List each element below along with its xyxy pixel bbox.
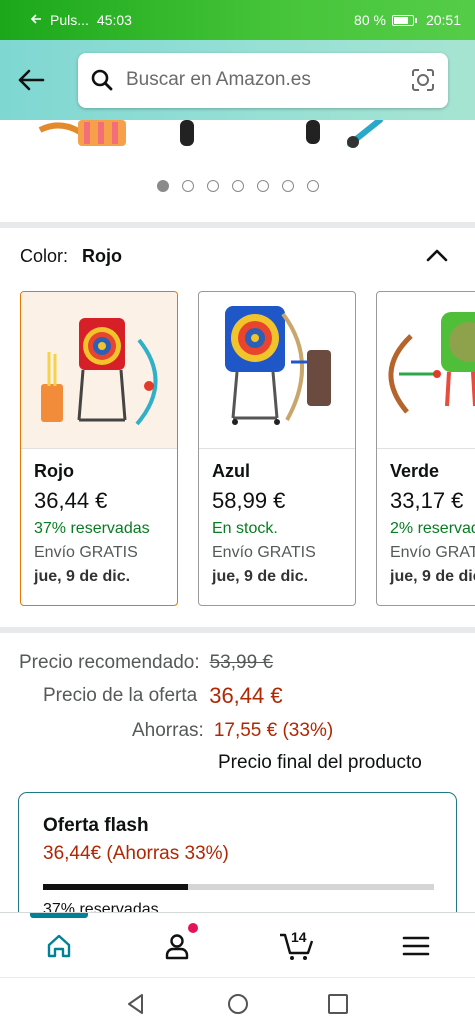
color-option-name: Rojo — [34, 461, 74, 481]
gallery-dot[interactable] — [281, 180, 294, 192]
gallery-pagination — [0, 180, 475, 192]
nav-home[interactable] — [0, 913, 118, 978]
color-option-shipping: Envío GRATIS — [34, 544, 138, 561]
color-option-price: 58,99 € — [212, 488, 286, 513]
chevron-up-icon[interactable] — [425, 245, 449, 265]
battery-icon — [391, 14, 417, 26]
status-timer: 45:03 — [96, 12, 132, 28]
color-option-status: 37% reservadas — [34, 520, 150, 537]
color-option-delivery: jue, 9 de dic. — [390, 568, 475, 585]
search-input[interactable] — [126, 69, 410, 91]
gallery-dot[interactable] — [156, 180, 169, 192]
search-bar[interactable] — [78, 52, 448, 108]
gallery-dot[interactable] — [206, 180, 219, 192]
color-option-image — [21, 292, 177, 449]
color-selected-value: Rojo — [82, 246, 123, 266]
system-recents-icon[interactable] — [326, 992, 350, 1016]
camera-scan-icon[interactable] — [410, 67, 436, 93]
status-bar: Puls... 45:03 80 % 20:51 — [0, 0, 475, 40]
savings-label: Ahorras: — [132, 720, 204, 741]
color-label: Color: — [20, 246, 69, 266]
color-option-name: Azul — [212, 461, 250, 481]
gallery-dot[interactable] — [306, 180, 319, 192]
back-button[interactable] — [14, 63, 48, 97]
account-icon — [165, 933, 189, 959]
color-option-verde[interactable]: Verde 33,17 € 2% reservadas Envío GRATIS… — [376, 291, 475, 606]
nav-account[interactable] — [118, 913, 236, 978]
system-home-icon[interactable] — [226, 992, 250, 1016]
color-option-name: Verde — [390, 461, 440, 481]
color-option-rojo[interactable]: Rojo 36,44 € 37% reservadas Envío GRATIS… — [20, 291, 178, 606]
section-divider — [0, 627, 475, 633]
list-price: 53,99 € — [209, 652, 274, 673]
color-swatch-list: Rojo 36,44 € 37% reservadas Envío GRATIS… — [20, 291, 475, 607]
color-option-azul[interactable]: Azul 58,99 € En stock. Envío GRATIS jue,… — [198, 291, 356, 606]
system-navigation — [0, 977, 475, 1029]
app-header — [0, 40, 475, 120]
status-time: 20:51 — [425, 12, 461, 28]
flash-deal-progress-fill — [43, 884, 188, 890]
color-option-delivery: jue, 9 de dic. — [212, 568, 309, 585]
list-price-label: Precio recomendado: — [19, 652, 200, 673]
deal-price-label: Precio de la oferta — [43, 685, 198, 706]
search-icon — [91, 69, 113, 91]
nav-menu[interactable] — [357, 913, 475, 978]
back-small-icon — [30, 12, 42, 28]
system-back-icon[interactable] — [124, 992, 148, 1016]
color-option-shipping: Envío GRATIS — [212, 544, 316, 561]
color-option-delivery: jue, 9 de dic. — [34, 568, 131, 585]
cart-count: 14 — [291, 929, 307, 945]
notification-dot — [188, 923, 198, 933]
nav-cart[interactable]: 14 — [237, 913, 355, 978]
color-option-status: En stock. — [212, 520, 278, 537]
gallery-dot[interactable] — [181, 180, 194, 192]
gallery-dot[interactable] — [256, 180, 269, 192]
flash-deal-progress — [43, 884, 434, 890]
status-app-label: Puls... — [50, 12, 89, 28]
flash-deal-title: Oferta flash — [43, 815, 149, 836]
color-option-image — [199, 292, 355, 449]
final-price-note: Precio final del producto — [218, 752, 422, 773]
back-arrow-icon — [18, 69, 45, 91]
color-option-price: 33,17 € — [390, 488, 464, 513]
gallery-dot[interactable] — [231, 180, 244, 192]
deal-price: 36,44 € — [209, 683, 283, 708]
color-option-price: 36,44 € — [34, 488, 108, 513]
section-divider — [0, 222, 475, 228]
home-icon — [47, 934, 71, 957]
flash-deal-box: Oferta flash 36,44€ (Ahorras 33%) 37% re… — [18, 792, 457, 932]
savings-value: 17,55 € (33%) — [213, 720, 334, 741]
product-image-gallery[interactable] — [0, 120, 475, 222]
color-option-shipping: Envío GRATIS — [390, 544, 475, 561]
menu-icon — [402, 936, 430, 955]
color-option-image — [377, 292, 475, 449]
color-option-status: 2% reservadas — [390, 520, 475, 537]
bottom-navigation: 14 — [0, 912, 475, 977]
battery-percent: 80 % — [354, 12, 386, 28]
flash-deal-subtitle: 36,44€ (Ahorras 33%) — [43, 843, 229, 864]
color-selector-header: Color: Rojo — [20, 246, 122, 267]
product-image — [38, 120, 383, 148]
